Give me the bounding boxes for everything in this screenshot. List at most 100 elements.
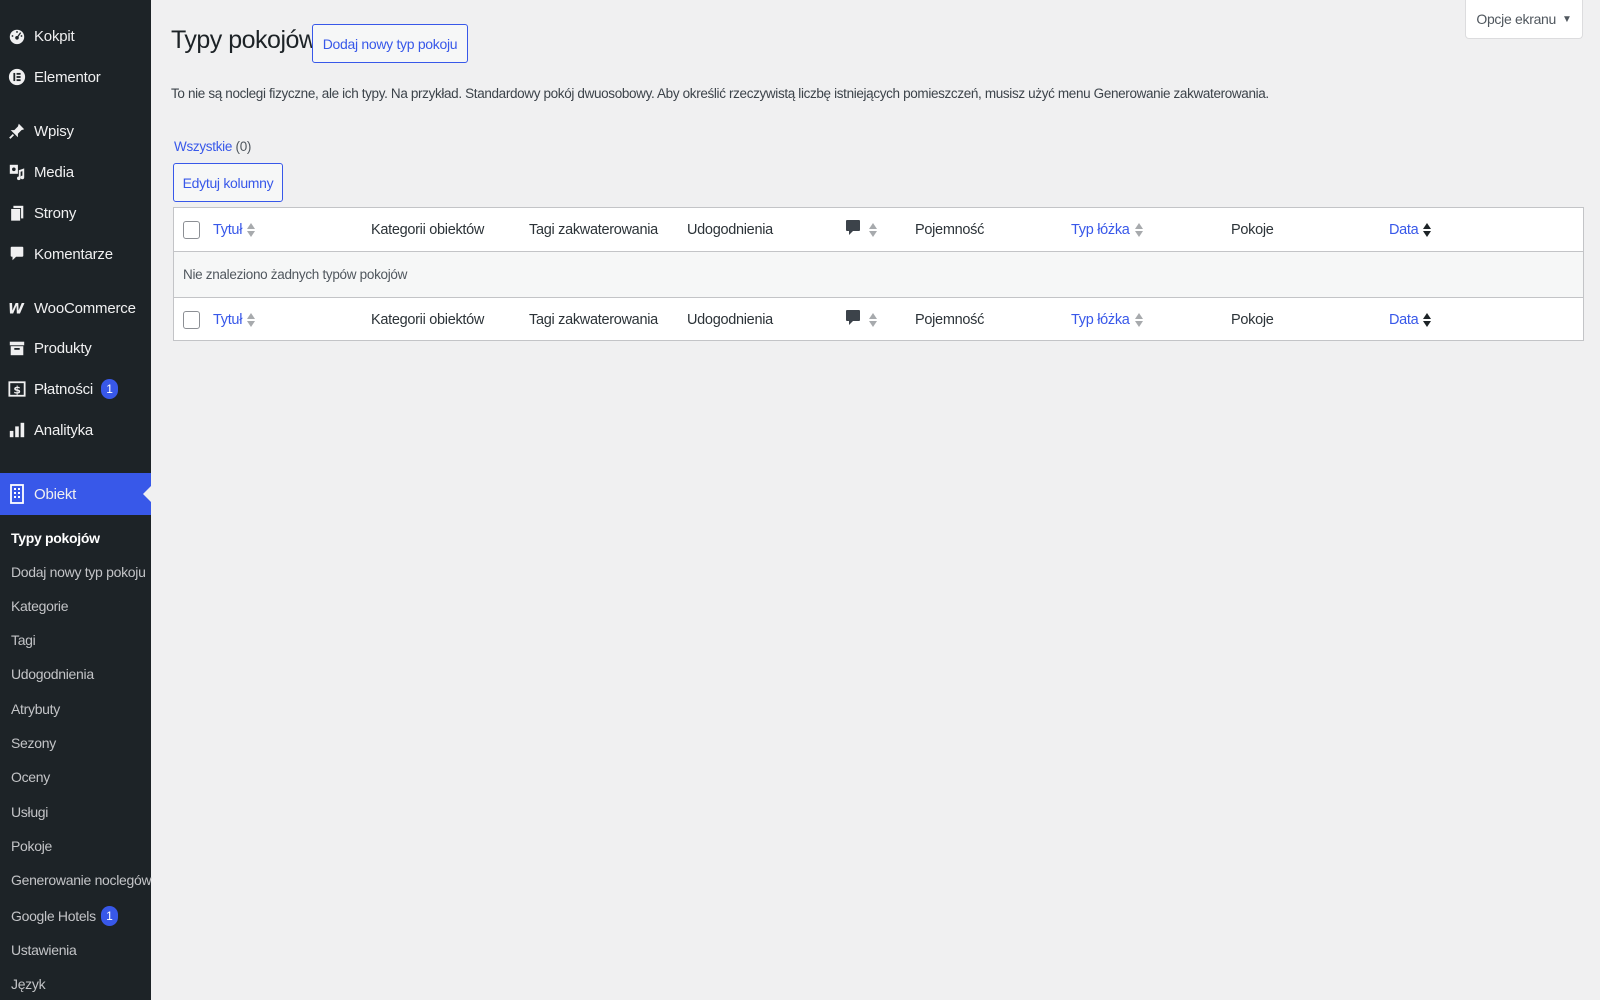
submenu-pokoje[interactable]: Pokoje — [11, 838, 52, 854]
select-all-checkbox[interactable] — [183, 311, 200, 329]
menu-item-elementor[interactable]: Elementor — [0, 57, 151, 97]
submenu-udogodnienia[interactable]: Udogodnienia — [11, 666, 94, 682]
column-date-header[interactable]: Data — [1389, 208, 1432, 252]
submenu-dodaj-nowy-typ-pokoju[interactable]: Dodaj nowy typ pokoju — [11, 564, 146, 580]
submenu-google-hotels[interactable]: Google Hotels 1 — [11, 906, 118, 926]
notification-badge: 1 — [100, 906, 118, 926]
dashboard-icon — [0, 27, 34, 45]
menu-label: Produkty — [34, 339, 92, 357]
menu-item-strony[interactable]: Strony — [0, 193, 151, 233]
comment-icon — [845, 309, 861, 331]
column-label: Tytuł — [213, 312, 243, 328]
menu-item-kokpit[interactable]: Kokpit — [0, 16, 151, 56]
sort-icon — [1134, 313, 1143, 327]
menu-item-wpisy[interactable]: Wpisy — [0, 111, 151, 151]
table-footer-row: Tytuł Kategorii obiektów Tagi zakwaterow… — [174, 297, 1583, 341]
svg-text:W: W — [8, 301, 25, 316]
menu-item-woocommerce[interactable]: W WooCommerce — [0, 288, 151, 328]
sort-icon — [1423, 313, 1432, 327]
column-label: Typ łóżka — [1071, 222, 1130, 238]
column-bed-type-header[interactable]: Typ łóżka — [1071, 208, 1143, 252]
column-rooms-footer: Pokoje — [1231, 312, 1274, 328]
menu-label: WooCommerce — [34, 299, 136, 317]
column-label: Typ łóżka — [1071, 312, 1130, 328]
menu-item-komentarze[interactable]: Komentarze — [0, 234, 151, 274]
room-types-table: Tytuł Kategorii obiektów Tagi zakwaterow… — [173, 207, 1584, 341]
column-tags-footer: Tagi zakwaterowania — [529, 312, 658, 328]
submenu-sezony[interactable]: Sezony — [11, 735, 56, 751]
main-content: Opcje ekranu ▼ Typy pokojów Dodaj nowy t… — [151, 0, 1600, 1000]
submenu-atrybuty[interactable]: Atrybuty — [11, 701, 60, 717]
pin-icon — [0, 122, 34, 140]
building-icon — [0, 484, 34, 504]
column-label: Data — [1389, 222, 1419, 238]
menu-label: Kokpit — [34, 27, 75, 45]
submenu-label: Google Hotels — [11, 908, 96, 924]
menu-label: Analityka — [34, 421, 94, 439]
screen-options-button[interactable]: Opcje ekranu ▼ — [1465, 0, 1583, 39]
page-title: Typy pokojów — [171, 26, 317, 54]
media-icon — [0, 163, 34, 181]
table-empty-row: Nie znaleziono żadnych typów pokojów — [174, 252, 1583, 297]
column-comments-footer[interactable] — [845, 298, 877, 342]
menu-label: Strony — [34, 204, 77, 222]
column-comments-header[interactable] — [845, 208, 877, 252]
elementor-icon — [0, 68, 34, 86]
select-all-checkbox[interactable] — [183, 221, 200, 239]
menu-label: Płatności — [34, 380, 94, 398]
menu-item-media[interactable]: Media — [0, 152, 151, 192]
column-label: Tytuł — [213, 222, 243, 238]
status-filter: Wszystkie (0) — [174, 139, 251, 154]
sort-icon — [247, 223, 256, 237]
submenu-jezyk[interactable]: Język — [11, 976, 46, 992]
column-tags-header: Tagi zakwaterowania — [529, 222, 658, 238]
table-header-row: Tytuł Kategorii obiektów Tagi zakwaterow… — [174, 208, 1583, 252]
analytics-icon — [0, 421, 34, 439]
column-amenities-footer: Udogodnienia — [687, 312, 773, 328]
pages-icon — [0, 204, 34, 222]
menu-item-analityka[interactable]: Analityka — [0, 410, 151, 450]
sort-icon — [869, 313, 877, 327]
page-description: To nie są noclegi fizyczne, ale ich typy… — [171, 86, 1269, 101]
menu-item-produkty[interactable]: Produkty — [0, 328, 151, 368]
svg-text:$: $ — [13, 384, 21, 397]
submenu-oceny[interactable]: Oceny — [11, 769, 50, 785]
filter-all-link[interactable]: Wszystkie — [174, 139, 232, 154]
menu-item-platnosci[interactable]: $ Płatności 1 — [0, 369, 151, 409]
submenu-tagi[interactable]: Tagi — [11, 632, 36, 648]
column-categories-header: Kategorii obiektów — [371, 222, 485, 238]
column-date-footer[interactable]: Data — [1389, 298, 1432, 342]
menu-label: Media — [34, 163, 74, 181]
submenu-uslugi[interactable]: Usługi — [11, 804, 48, 820]
menu-item-obiekt[interactable]: Obiekt — [0, 473, 151, 515]
sort-icon — [1134, 223, 1143, 237]
woocommerce-icon: W — [0, 300, 34, 316]
submenu-ustawienia[interactable]: Ustawienia — [11, 942, 77, 958]
caret-down-icon: ▼ — [1562, 13, 1572, 25]
sort-icon — [247, 313, 256, 327]
screen-options-label: Opcje ekranu — [1476, 11, 1557, 27]
empty-message: Nie znaleziono żadnych typów pokojów — [183, 267, 408, 282]
column-amenities-header: Udogodnienia — [687, 222, 773, 238]
edit-columns-button[interactable]: Edytuj kolumny — [173, 163, 283, 202]
submenu-typy-pokojow[interactable]: Typy pokojów — [11, 530, 100, 546]
column-label: Data — [1389, 312, 1419, 328]
menu-label: Obiekt — [34, 485, 77, 503]
column-rooms-header: Pokoje — [1231, 222, 1274, 238]
column-capacity-footer: Pojemność — [915, 312, 985, 328]
sort-icon — [1423, 223, 1432, 237]
filter-all-count: (0) — [235, 139, 252, 154]
column-bed-type-footer[interactable]: Typ łóżka — [1071, 298, 1143, 342]
submenu-kategorie[interactable]: Kategorie — [11, 598, 69, 614]
column-capacity-header: Pojemność — [915, 222, 985, 238]
column-categories-footer: Kategorii obiektów — [371, 312, 485, 328]
menu-label: Komentarze — [34, 245, 113, 263]
comment-icon — [845, 219, 861, 241]
sort-icon — [869, 223, 877, 237]
column-title-header[interactable]: Tytuł — [213, 208, 256, 252]
add-new-room-type-button[interactable]: Dodaj nowy typ pokoju — [312, 24, 468, 63]
admin-sidebar: Kokpit Elementor Wpisy Media Strony Kome… — [0, 0, 152, 1000]
column-title-footer[interactable]: Tytuł — [213, 298, 256, 342]
menu-label: Wpisy — [34, 122, 74, 140]
submenu-generowanie-noclegow[interactable]: Generowanie noclegów — [11, 872, 152, 888]
